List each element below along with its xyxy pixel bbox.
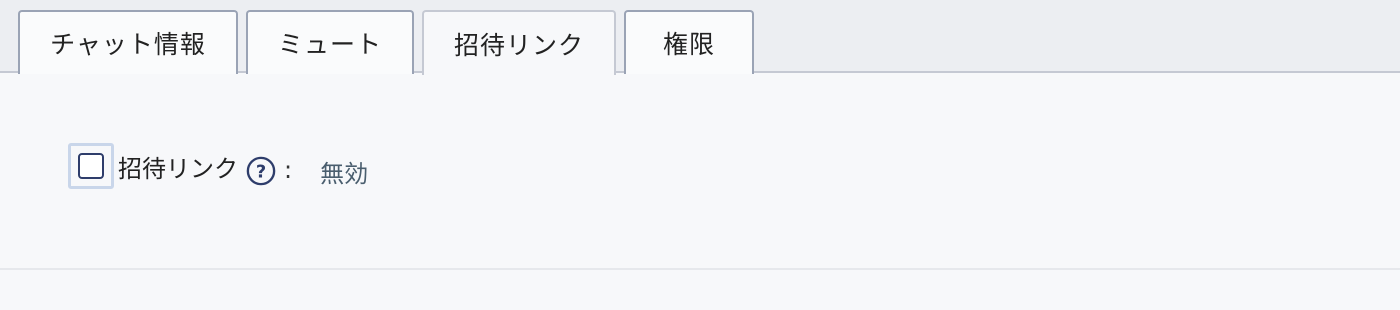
tab-chat-info[interactable]: チャット情報: [18, 10, 238, 74]
tab-mute[interactable]: ミュート: [246, 10, 414, 74]
question-circle-icon[interactable]: ?: [246, 156, 276, 186]
svg-text:?: ?: [256, 162, 266, 183]
invite-link-checkbox[interactable]: [68, 143, 114, 189]
invite-link-label: 招待リンク: [118, 154, 238, 183]
invite-link-field: 招待リンク ? : 無効: [68, 143, 368, 189]
checkbox-box: [78, 153, 104, 179]
tab-label: ミュート: [277, 30, 382, 59]
tab-permissions[interactable]: 権限: [624, 10, 754, 74]
field-separator: :: [284, 156, 293, 184]
invite-link-panel: 招待リンク ? : 無効: [0, 73, 1400, 270]
invite-link-status: 無効: [320, 159, 369, 188]
tab-label: 権限: [662, 30, 715, 59]
tab-bar: チャット情報 ミュート 招待リンク 権限: [0, 0, 1400, 75]
tab-label: 招待リンク: [453, 30, 584, 60]
tab-invite-link[interactable]: 招待リンク: [422, 10, 616, 75]
tab-label: チャット情報: [50, 30, 206, 59]
